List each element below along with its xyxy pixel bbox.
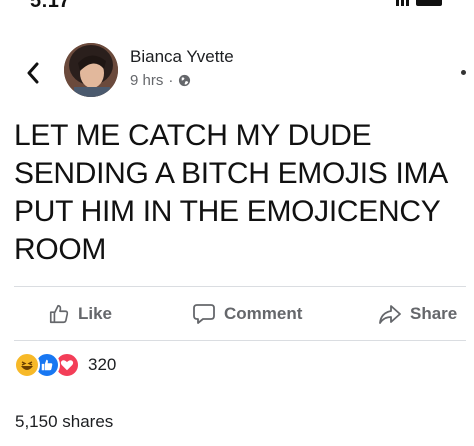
like-label: Like (78, 304, 113, 323)
reaction-count: 320 (88, 355, 117, 374)
reaction-summary[interactable]: 320 (14, 352, 116, 378)
globe-icon (179, 74, 191, 87)
chevron-left-icon (27, 62, 39, 84)
post-meta: 9 hrs · (130, 72, 191, 89)
comment-button[interactable]: Comment (192, 296, 302, 332)
like-button[interactable]: Like (48, 296, 112, 332)
avatar[interactable] (64, 43, 118, 97)
divider-top (14, 286, 466, 287)
post-time[interactable]: 9 hrs (130, 72, 163, 89)
share-button[interactable]: Share (378, 296, 457, 332)
status-bar: 5:17 (0, 0, 474, 14)
divider-bottom (14, 340, 466, 341)
back-button[interactable] (22, 58, 44, 88)
avatar-photo (64, 43, 118, 97)
more-options-icon[interactable] (461, 70, 466, 75)
signal-icon (396, 0, 442, 6)
meta-separator: · (168, 72, 174, 89)
post-text: LET ME CATCH MY DUDE SENDING A BITCH EMO… (14, 119, 448, 266)
comment-label: Comment (224, 304, 303, 323)
status-time: 5:17 (30, 0, 71, 12)
share-label: Share (410, 304, 458, 323)
action-bar: Like Comment Share (0, 296, 474, 332)
author-name[interactable]: Bianca Yvette (130, 47, 234, 67)
share-icon (379, 305, 401, 324)
thumbs-up-icon (49, 304, 69, 324)
haha-icon (14, 352, 40, 378)
share-count[interactable]: 5,150 shares (15, 412, 113, 432)
comment-icon (193, 304, 215, 324)
